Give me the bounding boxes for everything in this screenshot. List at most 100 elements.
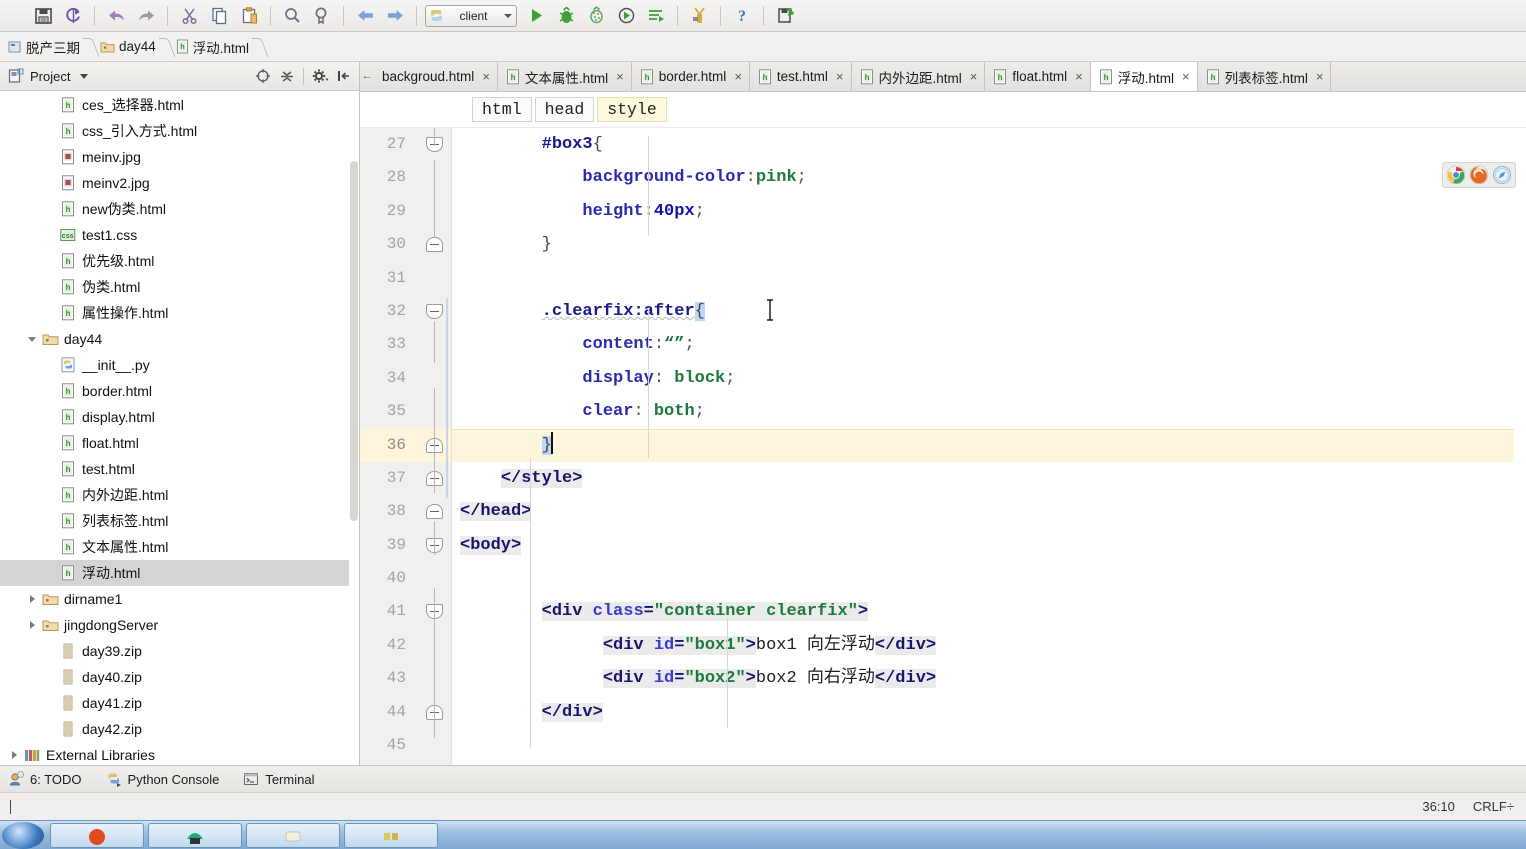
settings-gear-icon[interactable] <box>309 65 331 87</box>
tree-expand-arrow-icon[interactable] <box>24 586 40 612</box>
editor-tab[interactable]: h border.html × <box>632 62 750 91</box>
chrome-browser-icon[interactable] <box>1446 165 1466 185</box>
structure-crumb-style[interactable]: style <box>597 97 667 122</box>
run-icon[interactable] <box>521 3 551 29</box>
tab-close-icon[interactable]: × <box>1316 69 1324 84</box>
tree-item[interactable]: h ces_选择器.html <box>0 92 359 118</box>
code-line[interactable]: clear: both; <box>452 395 1526 428</box>
tree-item[interactable]: h display.html <box>0 404 359 430</box>
tree-item[interactable]: h 优先级.html <box>0 248 359 274</box>
tree-item[interactable]: h new伪类.html <box>0 196 359 222</box>
code-area[interactable]: 27 28 29 30 31 32 33 34 35 36 37 38 39 40 41 42 43 44 45 <box>360 128 1526 765</box>
tree-item[interactable]: h float.html <box>0 430 359 456</box>
tab-scroll-left-icon[interactable]: ← <box>360 62 374 91</box>
paste-icon[interactable] <box>234 3 264 29</box>
tree-item[interactable]: h 伪类.html <box>0 274 359 300</box>
hide-panel-icon[interactable] <box>333 65 355 87</box>
tree-item[interactable]: day39.zip <box>0 638 359 664</box>
code-line[interactable]: .clearfix:after{ <box>452 295 1526 328</box>
tree-item[interactable]: h 浮动.html <box>0 560 359 586</box>
tool-window-python-console[interactable]: Python Console <box>106 771 219 787</box>
tree-item[interactable]: __init__.py <box>0 352 359 378</box>
code-line[interactable]: content:“”; <box>452 328 1526 361</box>
tree-item[interactable]: css test1.css <box>0 222 359 248</box>
help-icon[interactable]: ? <box>727 3 757 29</box>
tree-item[interactable]: h test.html <box>0 456 359 482</box>
code-line[interactable] <box>452 729 1526 762</box>
redo-icon[interactable] <box>131 3 161 29</box>
fold-toggle-icon[interactable] <box>426 504 443 520</box>
sync-refresh-icon[interactable] <box>58 3 88 29</box>
safari-browser-icon[interactable] <box>1492 165 1512 185</box>
code-line[interactable]: #box3{ <box>452 128 1526 161</box>
tree-expand-arrow-icon[interactable] <box>6 742 22 765</box>
back-icon[interactable] <box>350 3 380 29</box>
code-line[interactable]: } <box>452 228 1526 261</box>
code-line[interactable]: <div id="box2">box2 向右浮动</div> <box>452 662 1526 695</box>
sidebar-scrollbar-thumb[interactable] <box>350 161 358 521</box>
code-line[interactable]: <body> <box>452 529 1526 562</box>
tree-item[interactable]: day40.zip <box>0 664 359 690</box>
code-line[interactable]: </style> <box>452 462 1526 495</box>
tab-close-icon[interactable]: × <box>1182 69 1190 84</box>
tool-window-todo[interactable]: 6: TODO <box>8 771 82 787</box>
find-icon[interactable] <box>277 3 307 29</box>
line-number-gutter[interactable]: 27 28 29 30 31 32 33 34 35 36 37 38 39 40 41 42 43 44 45 <box>360 128 438 765</box>
tab-close-icon[interactable]: × <box>1075 69 1083 84</box>
tree-item[interactable]: h 文本属性.html <box>0 534 359 560</box>
tree-item[interactable]: day42.zip <box>0 716 359 742</box>
deploy-icon[interactable] <box>770 3 800 29</box>
taskbar-item[interactable] <box>148 822 242 848</box>
collapse-all-icon[interactable] <box>276 65 298 87</box>
tree-item[interactable]: h css_引入方式.html <box>0 118 359 144</box>
line-separator[interactable]: CRLF÷ <box>1473 799 1514 814</box>
code-text[interactable]: #box3{ background-color:pink; height:40p… <box>452 128 1526 765</box>
profile-icon[interactable] <box>611 3 641 29</box>
code-line[interactable]: display: block; <box>452 362 1526 395</box>
taskbar-item[interactable] <box>246 822 340 848</box>
cut-icon[interactable] <box>174 3 204 29</box>
start-button-icon[interactable] <box>2 821 44 849</box>
taskbar-item[interactable] <box>50 822 144 848</box>
tab-close-icon[interactable]: × <box>970 69 978 84</box>
tree-item[interactable]: h border.html <box>0 378 359 404</box>
tree-expand-arrow-icon[interactable] <box>24 612 40 638</box>
tree-item[interactable]: meinv2.jpg <box>0 170 359 196</box>
attach-process-icon[interactable] <box>684 3 714 29</box>
tab-close-icon[interactable]: × <box>616 69 624 84</box>
caret-position[interactable]: 36:10 <box>1422 799 1455 814</box>
sidebar-scrollbar[interactable] <box>349 91 359 765</box>
tree-item[interactable]: meinv.jpg <box>0 144 359 170</box>
code-line[interactable]: </div> <box>452 696 1526 729</box>
code-line[interactable] <box>452 262 1526 295</box>
code-line[interactable]: </head> <box>452 495 1526 528</box>
structure-crumb-head[interactable]: head <box>534 97 595 122</box>
tree-item[interactable]: dirname1 <box>0 586 359 612</box>
undo-icon[interactable] <box>101 3 131 29</box>
editor-tab[interactable]: h test.html × <box>750 62 852 91</box>
locate-target-icon[interactable] <box>252 65 274 87</box>
code-folding-gutter[interactable] <box>418 128 452 765</box>
editor-scrollbar[interactable] <box>1514 128 1526 765</box>
run-configuration-selector[interactable]: client <box>425 4 517 27</box>
code-line[interactable]: } <box>452 428 1526 462</box>
firefox-browser-icon[interactable] <box>1469 165 1489 185</box>
taskbar-item[interactable] <box>344 822 438 848</box>
project-tree[interactable]: h ces_选择器.html h css_引入方式.html meinv.jpg mein… <box>0 91 359 765</box>
project-panel-title-button[interactable]: Project <box>8 68 94 84</box>
editor-tab-active[interactable]: h 浮动.html × <box>1090 62 1198 91</box>
tab-close-icon[interactable]: × <box>734 69 742 84</box>
tree-item[interactable]: h 列表标签.html <box>0 508 359 534</box>
code-line[interactable]: background-color:pink; <box>452 161 1526 194</box>
fold-toggle-icon[interactable] <box>426 237 443 253</box>
copy-icon[interactable] <box>204 3 234 29</box>
fold-toggle-icon[interactable] <box>426 303 443 319</box>
tree-item[interactable]: h 内外边距.html <box>0 482 359 508</box>
forward-icon[interactable] <box>380 3 410 29</box>
tool-window-terminal[interactable]: Terminal <box>243 771 314 787</box>
debug-icon[interactable] <box>551 3 581 29</box>
replace-icon[interactable] <box>307 3 337 29</box>
tree-item[interactable]: day41.zip <box>0 690 359 716</box>
editor-tab[interactable]: backgroud.html × <box>374 62 498 91</box>
editor-tab[interactable]: h 内外边距.html × <box>852 62 986 91</box>
